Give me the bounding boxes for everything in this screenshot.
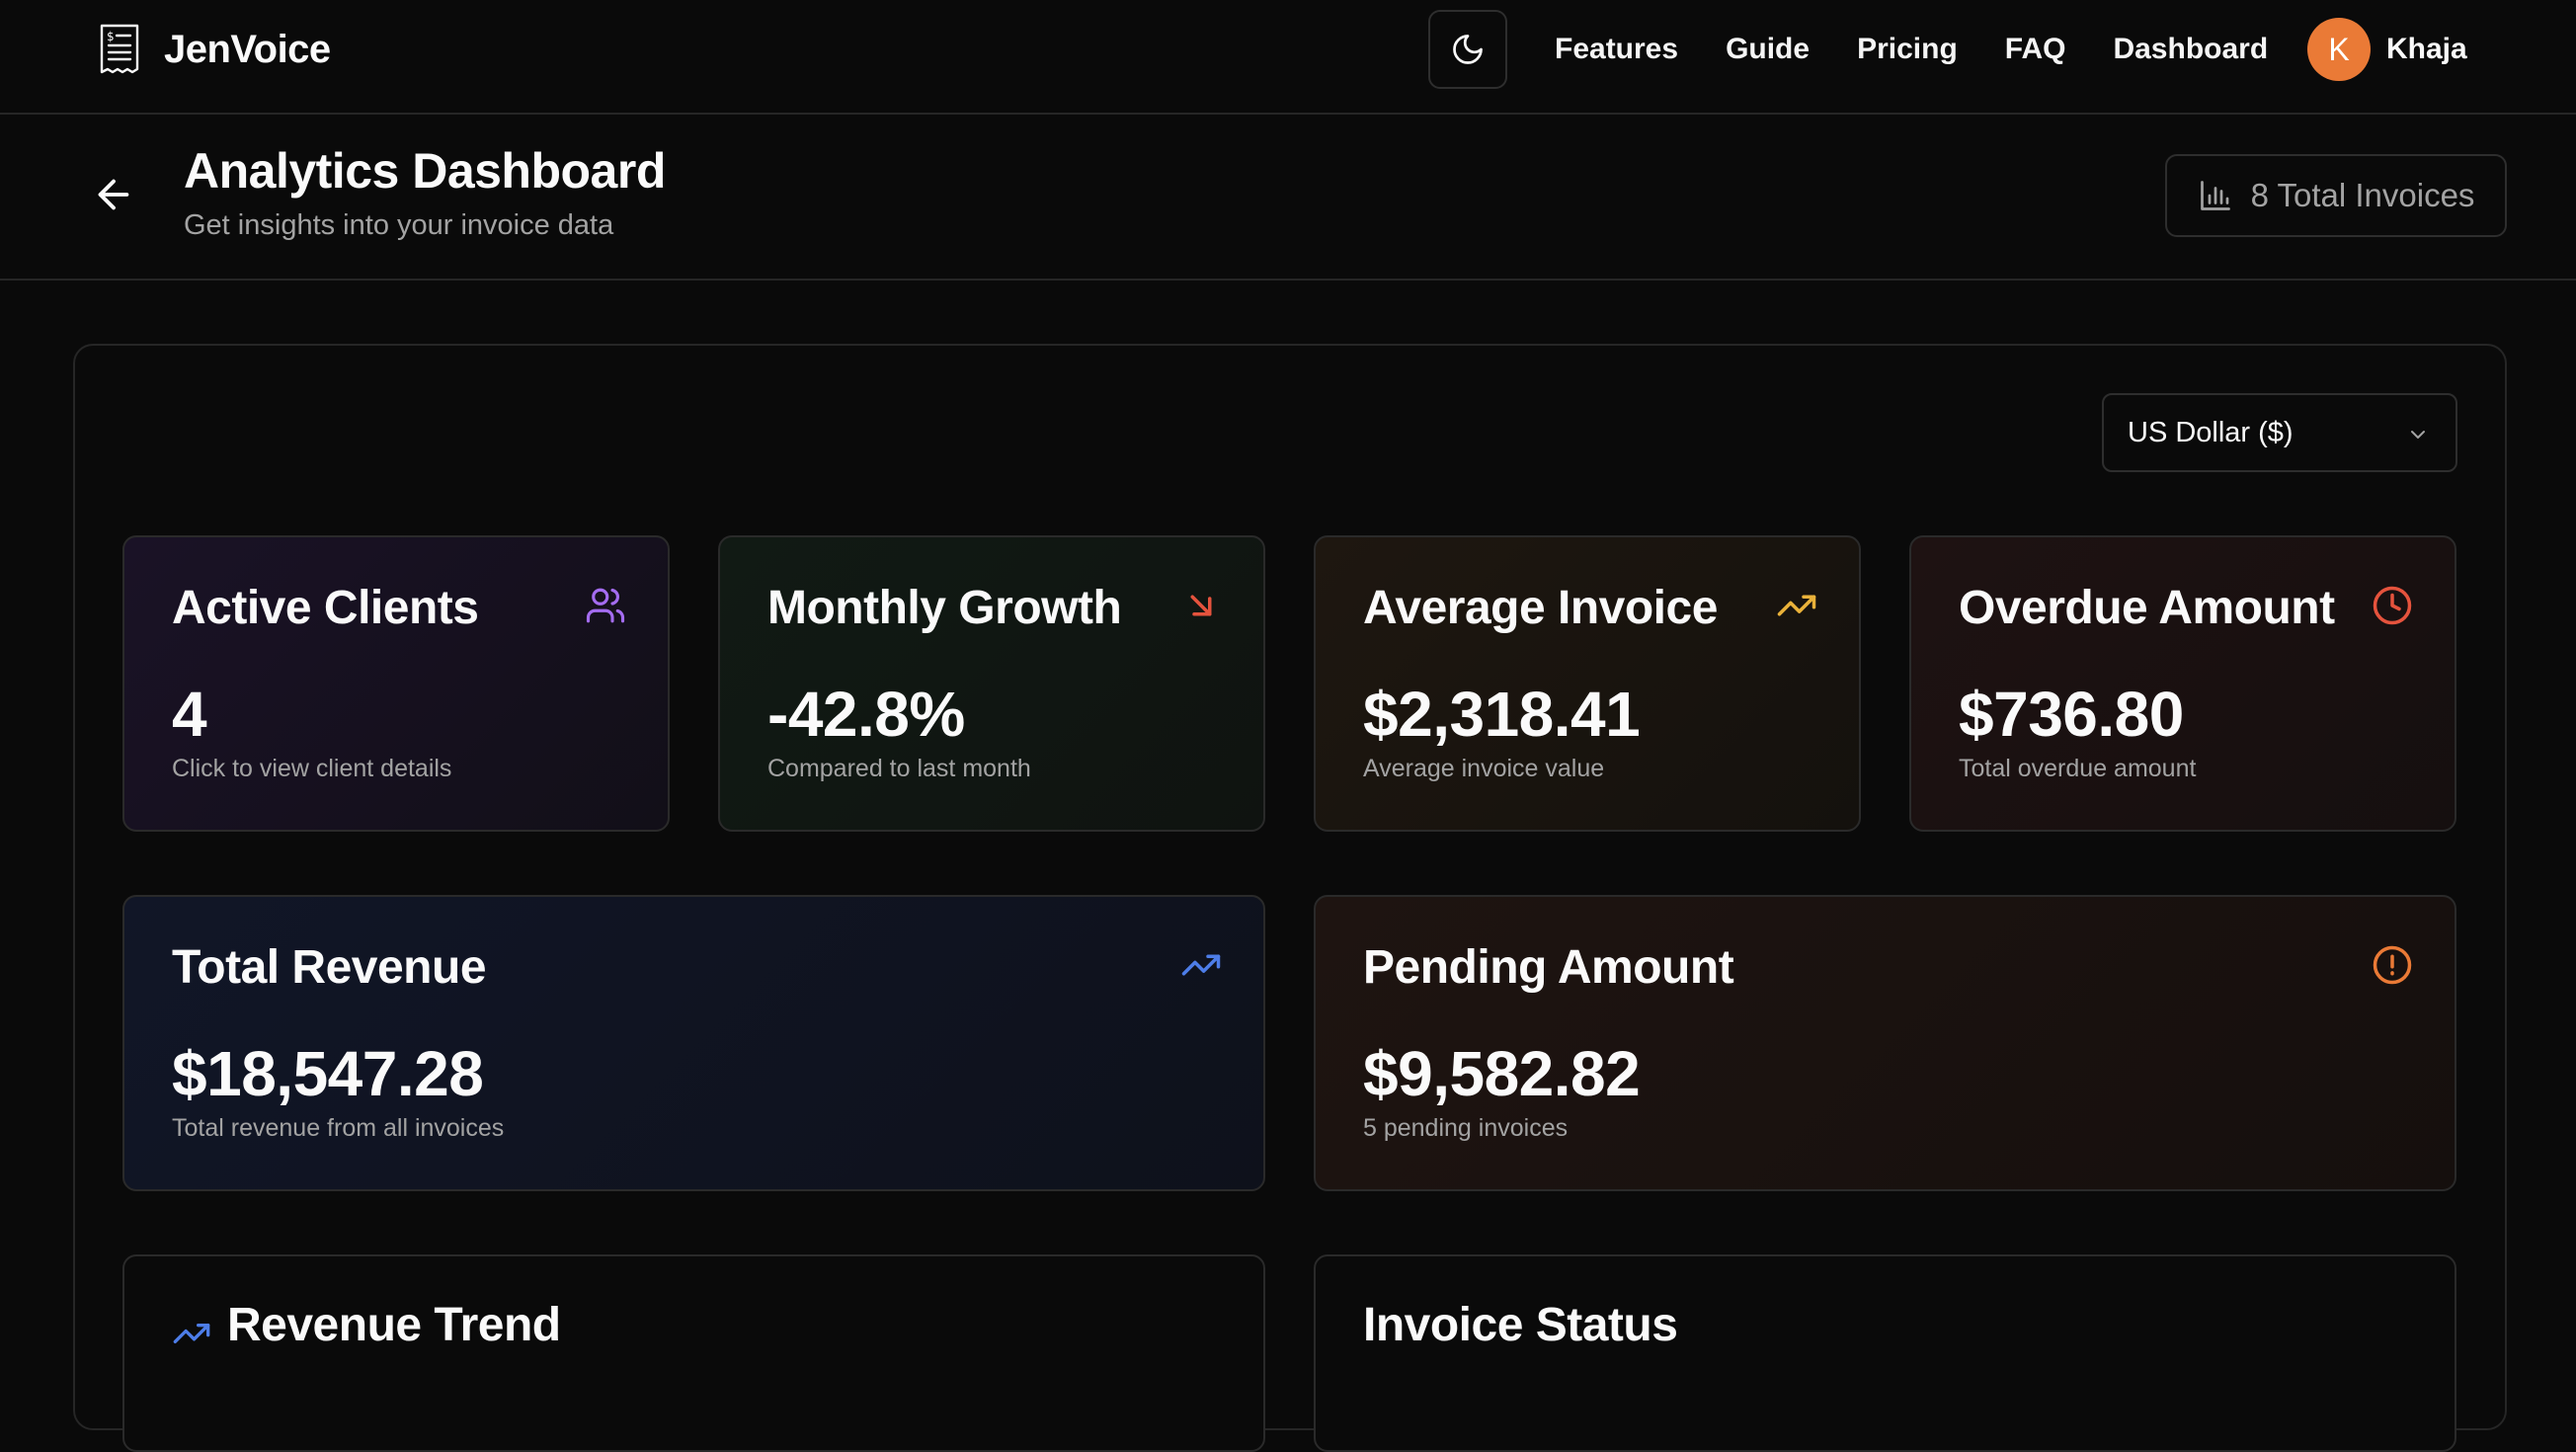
invoice-status-section: Invoice Status (1314, 1254, 2456, 1452)
card-value: $9,582.82 (1363, 1038, 1641, 1109)
card-subtitle: Total overdue amount (1959, 755, 2197, 782)
trending-up-icon (173, 1324, 210, 1343)
arrow-left-icon[interactable] (91, 172, 136, 217)
user-menu[interactable]: K Khaja (2307, 18, 2467, 81)
card-title: Total Revenue (172, 941, 487, 994)
receipt-icon: $ (100, 24, 139, 74)
svg-text:$: $ (107, 30, 115, 43)
card-value: $2,318.41 (1363, 679, 1641, 750)
brand-name: JenVoice (164, 27, 331, 71)
overdue-amount-card: Overdue Amount $736.80 Total overdue amo… (1909, 535, 2456, 832)
card-title: Average Invoice (1363, 582, 1718, 634)
trending-up-icon (1181, 954, 1221, 976)
monthly-growth-card: Monthly Growth -42.8% Compared to last m… (718, 535, 1265, 832)
card-value: $736.80 (1959, 679, 2184, 750)
bar-chart-icon (2200, 181, 2230, 210)
section-title: Revenue Trend (227, 1299, 561, 1351)
nav-links: Features Guide Pricing FAQ Dashboard (1555, 30, 2268, 69)
page-header: Analytics Dashboard Get insights into yo… (0, 115, 2576, 281)
arrow-down-right-icon (1190, 595, 1212, 616)
pending-amount-card: Pending Amount $9,582.82 5 pending invoi… (1314, 895, 2456, 1191)
card-value: 4 (172, 679, 207, 750)
nav-link-guide[interactable]: Guide (1726, 30, 1810, 69)
average-invoice-card: Average Invoice $2,318.41 Average invoic… (1314, 535, 1861, 832)
nav-link-faq[interactable]: FAQ (2005, 30, 2066, 69)
top-navbar: $ JenVoice Features Guide Pricing FAQ Da… (0, 0, 2576, 115)
card-value: $18,547.28 (172, 1038, 484, 1109)
card-title: Monthly Growth (767, 582, 1122, 634)
page-title: Analytics Dashboard (184, 143, 666, 199)
users-icon (586, 588, 625, 623)
card-value: -42.8% (767, 679, 965, 750)
avatar: K (2307, 18, 2371, 81)
total-invoices-badge: 8 Total Invoices (2165, 154, 2507, 237)
clock-icon (2373, 586, 2412, 625)
brand[interactable]: $ JenVoice (97, 22, 331, 77)
card-subtitle: Average invoice value (1363, 755, 1605, 782)
currency-select[interactable]: US Dollar ($) (2102, 393, 2457, 472)
card-subtitle: Click to view client details (172, 755, 452, 782)
user-name: Khaja (2386, 33, 2467, 65)
total-revenue-card: Total Revenue $18,547.28 Total revenue f… (122, 895, 1265, 1191)
trending-up-icon (1777, 595, 1816, 616)
card-subtitle: 5 pending invoices (1363, 1114, 1569, 1142)
chevron-down-icon (2411, 431, 2425, 439)
nav-link-features[interactable]: Features (1555, 30, 1678, 69)
card-title: Overdue Amount (1959, 582, 2335, 634)
card-title: Pending Amount (1363, 941, 1734, 994)
card-subtitle: Total revenue from all invoices (172, 1114, 505, 1142)
total-invoices-label: 8 Total Invoices (2250, 177, 2475, 213)
theme-toggle-button[interactable] (1428, 10, 1507, 89)
alert-circle-icon (2373, 945, 2412, 985)
section-title: Invoice Status (1363, 1299, 1678, 1351)
revenue-trend-section: Revenue Trend (122, 1254, 1265, 1452)
moon-icon (1453, 35, 1483, 64)
nav-link-pricing[interactable]: Pricing (1857, 30, 1958, 69)
currency-select-value: US Dollar ($) (2128, 416, 2294, 448)
active-clients-card[interactable]: Active Clients 4 Click to view client de… (122, 535, 670, 832)
card-subtitle: Compared to last month (767, 755, 1031, 782)
nav-link-dashboard[interactable]: Dashboard (2113, 30, 2268, 69)
page-subtitle: Get insights into your invoice data (184, 209, 614, 241)
card-title: Active Clients (172, 582, 479, 634)
